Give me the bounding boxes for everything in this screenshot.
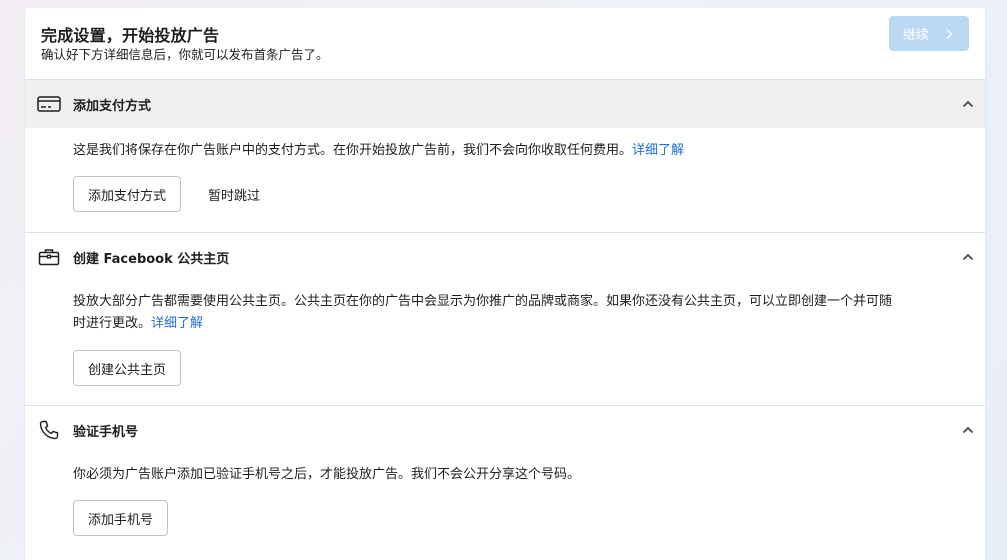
section-payment: 添加支付方式 这是我们将保存在你广告账户中的支付方式。在你开始投放广告前，我们不… xyxy=(25,80,985,233)
page-subtitle: 确认好下方详细信息后，你就可以发布首条广告了。 xyxy=(41,47,329,62)
section-payment-description: 这是我们将保存在你广告账户中的支付方式。在你开始投放广告前，我们不会向你收取任何… xyxy=(73,140,893,162)
section-page-title: 创建 Facebook 公共主页 xyxy=(73,251,230,267)
page-title: 完成设置，开始投放广告 xyxy=(41,26,220,45)
add-payment-button[interactable]: 添加支付方式 xyxy=(73,176,182,212)
setup-card: 完成设置，开始投放广告 确认好下方详细信息后，你就可以发布首条广告了。 继续 添… xyxy=(25,8,985,560)
section-phone-description: 你必须为广告账户添加已验证手机号之后，才能投放广告。我们不会公开分享这个号码。 xyxy=(73,467,581,482)
phone-icon xyxy=(37,419,61,441)
chevron-up-icon[interactable] xyxy=(961,97,975,111)
skip-button[interactable]: 暂时跳过 xyxy=(208,176,260,212)
section-page: 创建 Facebook 公共主页 投放大部分广告都需要使用公共主页。公共主页在你… xyxy=(25,233,985,406)
section-phone-header[interactable]: 验证手机号 xyxy=(25,406,985,454)
section-phone: 验证手机号 你必须为广告账户添加已验证手机号之后，才能投放广告。我们不会公开分享… xyxy=(25,406,985,560)
create-page-button[interactable]: 创建公共主页 xyxy=(73,350,182,386)
learn-more-link[interactable]: 详细了解 xyxy=(632,143,684,158)
add-phone-button[interactable]: 添加手机号 xyxy=(73,500,169,536)
section-payment-title: 添加支付方式 xyxy=(73,98,152,114)
chevron-right-icon xyxy=(946,28,953,39)
chevron-up-icon[interactable] xyxy=(961,250,975,264)
learn-more-link[interactable]: 详细了解 xyxy=(151,316,203,331)
setup-header: 完成设置，开始投放广告 确认好下方详细信息后，你就可以发布首条广告了。 继续 xyxy=(25,8,985,80)
chevron-up-icon[interactable] xyxy=(961,423,975,437)
section-page-header[interactable]: 创建 Facebook 公共主页 xyxy=(25,233,985,281)
description-text: 这是我们将保存在你广告账户中的支付方式。在你开始投放广告前，我们不会向你收取任何… xyxy=(73,143,633,158)
section-payment-header[interactable]: 添加支付方式 xyxy=(25,80,985,128)
section-page-description: 投放大部分广告都需要使用公共主页。公共主页在你的广告中会显示为你推广的品牌或商家… xyxy=(73,291,893,335)
continue-button[interactable]: 继续 xyxy=(889,16,969,51)
credit-card-icon xyxy=(37,93,61,115)
continue-button-label: 继续 xyxy=(902,28,929,43)
section-phone-title: 验证手机号 xyxy=(73,424,139,440)
briefcase-icon xyxy=(37,246,61,268)
